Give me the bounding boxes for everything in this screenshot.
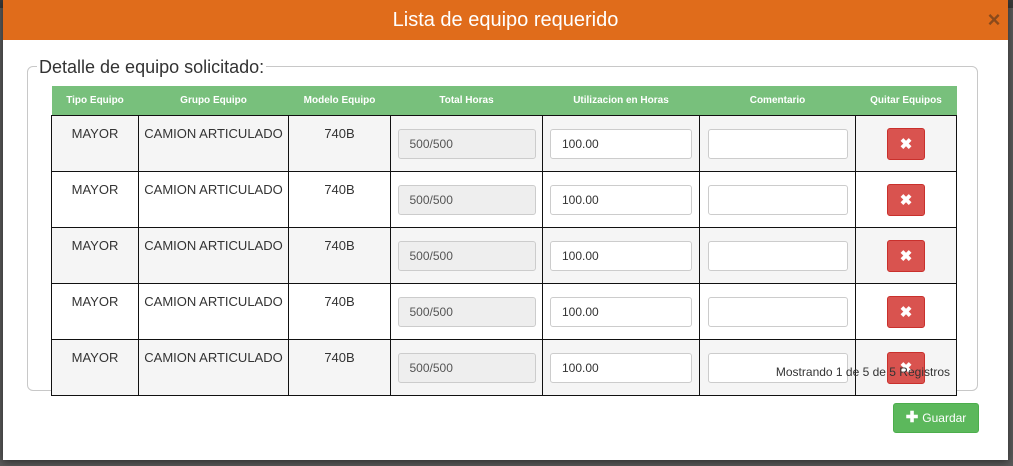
save-button-label: Guardar	[922, 411, 967, 425]
cell-total-horas	[390, 171, 543, 228]
comentario-input[interactable]	[707, 128, 848, 159]
column-header-total-horas: Total Horas	[390, 86, 543, 116]
cell-utilizacion	[542, 171, 700, 228]
table-header-row: Tipo Equipo Grupo Equipo Modelo Equipo T…	[51, 86, 957, 116]
cell-utilizacion	[542, 283, 700, 340]
utilizacion-input[interactable]	[550, 296, 692, 327]
remove-icon[interactable]: ✖	[887, 295, 925, 328]
cell-modelo: 740B	[288, 115, 391, 172]
total-horas-field	[397, 128, 536, 159]
remove-icon[interactable]: ✖	[887, 183, 925, 216]
utilizacion-input[interactable]	[550, 240, 692, 271]
table-row: MAYOR CAMION ARTICULADO 740B ✖	[51, 227, 957, 284]
fieldset-legend: Detalle de equipo solicitado:	[37, 57, 267, 78]
cell-modelo: 740B	[288, 283, 391, 340]
total-horas-field	[397, 352, 536, 383]
cell-grupo: CAMION ARTICULADO	[138, 339, 289, 396]
save-button[interactable]: ✚ Guardar	[893, 403, 979, 433]
plus-icon: ✚	[905, 409, 919, 426]
cell-total-horas	[390, 115, 543, 172]
cell-total-horas	[390, 227, 543, 284]
column-header-modelo: Modelo Equipo	[288, 86, 391, 116]
column-header-grupo: Grupo Equipo	[138, 86, 289, 116]
comentario-input[interactable]	[707, 184, 848, 215]
utilizacion-input[interactable]	[550, 352, 692, 383]
cell-tipo: MAYOR	[51, 115, 139, 172]
remove-icon[interactable]: ✖	[887, 239, 925, 272]
column-header-comentario: Comentario	[699, 86, 856, 116]
cell-tipo: MAYOR	[51, 339, 139, 396]
cell-comentario	[699, 171, 856, 228]
cell-grupo: CAMION ARTICULADO	[138, 227, 289, 284]
cell-quitar: ✖	[855, 171, 957, 228]
cell-tipo: MAYOR	[51, 227, 139, 284]
utilizacion-input[interactable]	[550, 184, 692, 215]
cell-comentario	[699, 227, 856, 284]
cell-quitar: ✖	[855, 283, 957, 340]
cell-tipo: MAYOR	[51, 171, 139, 228]
cell-total-horas	[390, 339, 543, 396]
cell-utilizacion	[542, 339, 700, 396]
cell-comentario	[699, 283, 856, 340]
table-row: MAYOR CAMION ARTICULADO 740B ✖	[51, 171, 957, 228]
cell-grupo: CAMION ARTICULADO	[138, 283, 289, 340]
column-header-tipo: Tipo Equipo	[51, 86, 139, 116]
total-horas-field	[397, 240, 536, 271]
table-row: MAYOR CAMION ARTICULADO 740B ✖	[51, 283, 957, 340]
cell-utilizacion	[542, 115, 700, 172]
cell-total-horas	[390, 283, 543, 340]
cell-modelo: 740B	[288, 227, 391, 284]
remove-icon[interactable]: ✖	[887, 127, 925, 160]
cell-utilizacion	[542, 227, 700, 284]
column-header-utilizacion: Utilizacion en Horas	[542, 86, 700, 116]
column-header-quitar: Quitar Equipos	[855, 86, 957, 116]
cell-comentario	[699, 115, 856, 172]
comentario-input[interactable]	[707, 240, 848, 271]
close-icon[interactable]: ×	[984, 9, 1004, 31]
records-info: Mostrando 1 de 5 de 5 Registros	[775, 365, 950, 379]
cell-tipo: MAYOR	[51, 283, 139, 340]
cell-grupo: CAMION ARTICULADO	[138, 171, 289, 228]
cell-modelo: 740B	[288, 171, 391, 228]
comentario-input[interactable]	[707, 296, 848, 327]
cell-modelo: 740B	[288, 339, 391, 396]
total-horas-field	[397, 296, 536, 327]
cell-quitar: ✖	[855, 227, 957, 284]
total-horas-field	[397, 184, 536, 215]
equipment-table: Tipo Equipo Grupo Equipo Modelo Equipo T…	[51, 86, 957, 396]
cell-quitar: ✖	[855, 115, 957, 172]
cell-grupo: CAMION ARTICULADO	[138, 115, 289, 172]
modal-header: Lista de equipo requerido ×	[3, 0, 1008, 40]
table-row: MAYOR CAMION ARTICULADO 740B ✖	[51, 115, 957, 172]
modal-title: Lista de equipo requerido	[392, 8, 619, 31]
utilizacion-input[interactable]	[550, 128, 692, 159]
